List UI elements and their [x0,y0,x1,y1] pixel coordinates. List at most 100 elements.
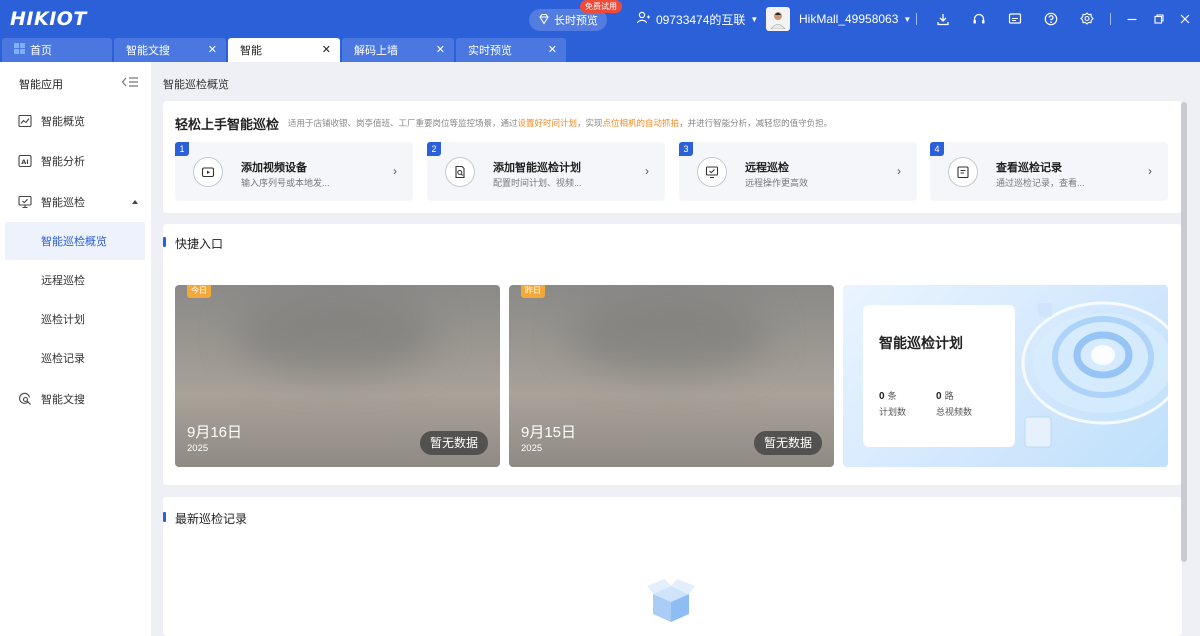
chevron-up-icon [132,200,138,204]
tab-label: 解码上墙 [354,45,398,57]
chevron-down-icon: ▼ [750,14,759,24]
step-desc: 输入序列号或本地发... [241,178,330,188]
step-view-records[interactable]: 4 查看巡检记录 通过巡检记录，查看... › [930,142,1168,201]
no-data-badge: 暂无数据 [419,431,488,455]
step-desc: 通过巡检记录，查看... [996,178,1085,188]
step-title: 查看巡检记录 [996,162,1062,174]
search-refresh-icon [18,392,32,406]
restore-icon[interactable] [1151,11,1167,27]
username: HikMall_49958063 [799,12,899,26]
step-desc: 远程操作更高效 [745,178,809,188]
app-logo: HIKIOT [10,8,87,30]
guide-description: 适用于店铺收银、岗亭值班、工厂重要岗位等监控场景，通过设置好时间计划，实现点位相… [288,118,833,128]
org-name: 09733474的互联 [656,12,746,27]
plan-channels: 0路 [936,391,954,402]
step-title: 添加智能巡检计划 [493,162,581,174]
sidebar-item-inspection-plan[interactable]: 巡检计划 [0,300,151,338]
close-icon[interactable]: ✕ [208,43,217,56]
monitor-icon [18,195,32,209]
sidebar-item-label: 智能文搜 [41,394,85,406]
tab-label: 实时预览 [468,45,512,57]
plan-count: 0条 [879,391,897,402]
help-icon[interactable] [1043,11,1059,27]
sidebar-item-label: 巡检记录 [41,353,85,365]
tab-smart-search[interactable]: 智能文搜 ✕ [114,38,226,62]
sidebar-item-inspection[interactable]: 智能巡检 [0,183,151,221]
tab-live-preview[interactable]: 实时预览 ✕ [456,38,566,62]
snapshot-yesterday[interactable]: 昨日 9月15日 2025 暂无数据 [509,285,834,467]
avatar [766,7,790,31]
step-number: 4 [930,142,944,156]
sidebar-item-smart-search[interactable]: 智能文搜 [0,380,151,418]
sidebar-title: 智能应用 [19,79,63,91]
remote-monitor-icon [697,157,727,187]
step-add-device[interactable]: 1 添加视频设备 输入序列号或本地发... › [175,142,413,201]
close-icon[interactable]: ✕ [436,43,445,56]
video-device-icon [193,157,223,187]
quick-entry-title: 快捷入口 [175,237,224,251]
close-icon[interactable] [1177,11,1193,27]
breadcrumb: 智能巡检概览 [163,79,229,91]
screen-icon[interactable] [1007,11,1023,27]
step-add-plan[interactable]: 2 添加智能巡检计划 配置时间计划、视频... › [427,142,665,201]
chevron-down-icon: ▼ [903,14,912,24]
title-bar: HIKIOT 长时预览 免费试用 09733474的互联 ▼ HikMall_4… [0,0,1200,38]
trial-badge: 免费试用 [580,0,622,13]
tab-label: 首页 [30,45,52,57]
step-number: 1 [175,142,189,156]
divider [916,13,917,25]
minimize-icon[interactable] [1124,11,1140,27]
tab-label: 智能 [240,45,262,57]
close-icon[interactable]: ✕ [322,43,331,56]
plan-summary-panel: 智能巡检计划 0条 计划数 0路 总视频数 [863,305,1015,447]
divider [1110,13,1111,25]
sidebar-item-overview[interactable]: 智能概览 [0,102,151,140]
record-list-icon [948,157,978,187]
inspection-plan-card[interactable]: 智能巡检计划 0条 计划数 0路 总视频数 [843,285,1168,467]
long-preview-label: 长时预览 [554,15,598,27]
section-marker [163,512,166,522]
headset-icon[interactable] [971,11,987,27]
sidebar-item-label: 巡检计划 [41,314,85,326]
sidebar-item-remote-inspection[interactable]: 远程巡检 [0,261,151,299]
chevron-right-icon: › [1148,164,1152,178]
user-menu[interactable]: HikMall_49958063 ▼ [766,0,911,38]
chevron-right-icon: › [393,164,397,178]
chart-line-icon [18,114,32,128]
snapshot-today[interactable]: 今日 9月16日 2025 暂无数据 [175,285,500,467]
ai-icon: AI [18,154,32,168]
org-switcher[interactable]: 09733474的互联 ▼ [636,0,758,38]
ring-illustration-icon [1021,301,1168,448]
sidebar-item-inspection-records[interactable]: 巡检记录 [0,339,151,377]
gear-icon[interactable] [1079,11,1095,27]
chevron-right-icon: › [645,164,649,178]
collapse-icon[interactable] [121,75,139,89]
grid-icon [14,43,25,57]
plan-count-label: 计划数 [879,407,907,417]
guide-title: 轻松上手智能巡检 [175,117,280,132]
sidebar-item-label: 智能巡检概览 [41,236,107,248]
sidebar-item-label: 智能概览 [41,116,85,128]
close-icon[interactable]: ✕ [548,43,557,56]
sidebar-item-inspection-overview[interactable]: 智能巡检概览 [5,222,145,260]
snapshot-year: 2025 [521,443,543,454]
plan-channels-label: 总视频数 [936,407,973,417]
tab-smart[interactable]: 智能 ✕ [228,38,340,62]
no-data-badge: 暂无数据 [753,431,822,455]
sidebar-item-analysis[interactable]: AI 智能分析 [0,142,151,180]
snapshot-image [235,295,435,375]
sidebar: 智能应用 智能概览 AI 智能分析 智能巡检 智能巡检概览 远程巡检 巡检计划 … [0,62,151,636]
download-icon[interactable] [935,11,951,27]
sidebar-item-label: 远程巡检 [41,275,85,287]
tab-home[interactable]: 首页 [2,38,112,62]
step-number: 3 [679,142,693,156]
diamond-icon [538,13,550,28]
snapshot-year: 2025 [187,443,209,454]
step-number: 2 [427,142,441,156]
tab-label: 智能文搜 [126,45,170,57]
snapshot-date: 9月16日 [187,424,243,441]
sidebar-item-label: 智能分析 [41,156,85,168]
scrollbar[interactable] [1181,102,1187,562]
tab-decode-wall[interactable]: 解码上墙 ✕ [342,38,454,62]
step-remote-inspection[interactable]: 3 远程巡检 远程操作更高效 › [679,142,917,201]
